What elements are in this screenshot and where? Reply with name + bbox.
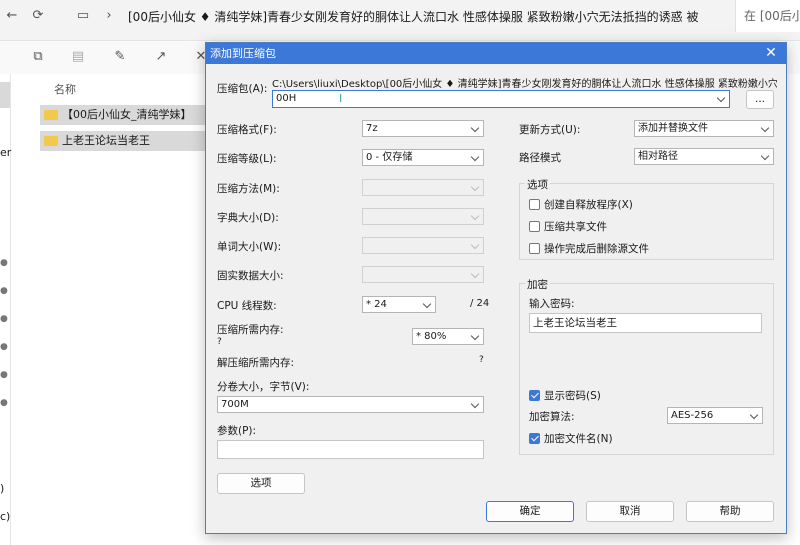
cpu-total: / 24 [470, 298, 490, 309]
encrypt-names-label[interactable]: 加密文件名(N) [544, 431, 613, 446]
shared-checkbox[interactable] [529, 221, 540, 232]
path-select[interactable]: 相对路径 [634, 148, 774, 165]
pin-icon: ● [0, 286, 8, 296]
volume-label: 分卷大小，字节(V): [217, 381, 310, 393]
refresh-icon[interactable]: ⟳ [30, 8, 46, 24]
chevron-down-icon[interactable] [716, 93, 726, 103]
mem-comp-q: ? [217, 337, 222, 347]
level-select[interactable]: 0 - 仅存储 [362, 149, 484, 166]
update-label: 更新方式(U): [519, 124, 581, 136]
chevron-down-icon [470, 399, 480, 409]
ok-button[interactable]: 确定 [486, 501, 574, 522]
copy-icon[interactable]: ⧉ [30, 49, 46, 65]
chevron-down-icon [749, 410, 759, 420]
browse-button[interactable]: ... [746, 90, 774, 109]
cpu-select[interactable]: * 24 [362, 296, 436, 313]
solid-label: 固实数据大小: [217, 270, 284, 282]
title-bar: ← ⟳ ▭ › [00后小仙女 ♦ 清纯学妹]青春少女刚发育好的胴体让人流口水 … [0, 0, 800, 32]
chevron-down-icon [470, 123, 480, 133]
share-icon[interactable]: ↗ [153, 49, 169, 65]
delete-source-label[interactable]: 操作完成后删除源文件 [544, 241, 649, 256]
pin-icon: ● [0, 342, 8, 352]
show-password-label[interactable]: 显示密码(S) [544, 388, 601, 403]
expand-icon[interactable]: › [101, 8, 117, 24]
back-icon[interactable]: ← [4, 8, 20, 24]
mem-comp-select[interactable]: * 80% [412, 328, 484, 345]
level-label: 压缩等级(L): [217, 153, 277, 165]
password-label: 输入密码: [529, 298, 575, 310]
help-button[interactable]: 帮助 [686, 501, 774, 522]
pin-icon: ● [0, 398, 8, 408]
chevron-down-icon [760, 123, 770, 133]
chevron-down-icon [470, 152, 480, 162]
options-group-title: 选项 [525, 177, 550, 192]
solid-select[interactable] [362, 266, 484, 283]
dict-select[interactable] [362, 208, 484, 225]
nav-item-label[interactable]: c) [0, 510, 10, 523]
column-header-name[interactable]: 名称 [54, 81, 76, 97]
word-select[interactable] [362, 237, 484, 254]
chevron-down-icon [470, 211, 480, 221]
chevron-down-icon [470, 182, 480, 192]
cpu-label: CPU 线程数: [217, 300, 277, 312]
nav-item-label[interactable]: er [0, 146, 11, 159]
rename-icon[interactable]: ✎ [112, 49, 128, 65]
pin-icon: ● [0, 370, 8, 380]
delete-source-checkbox[interactable] [529, 243, 540, 254]
nav-pane-selected [0, 82, 10, 108]
search-box[interactable]: 在 [00后小 [735, 0, 800, 32]
format-label: 压缩格式(F): [217, 124, 277, 136]
volume-select[interactable]: 700M [217, 396, 484, 413]
chevron-down-icon [470, 240, 480, 250]
pin-icon: ● [0, 314, 8, 324]
nav-item-label[interactable]: ) [0, 482, 4, 495]
chevron-down-icon [470, 269, 480, 279]
cancel-button[interactable]: 取消 [586, 501, 674, 522]
method-label: 压缩方法(M): [217, 183, 280, 195]
chevron-down-icon [422, 299, 432, 309]
folder-name: 上老王论坛当老王 [62, 134, 150, 147]
monitor-icon[interactable]: ▭ [75, 8, 91, 24]
chevron-down-icon [760, 151, 770, 161]
folder-icon [44, 110, 58, 120]
folder-item[interactable]: 【00后小仙女_清纯学妹】 [40, 105, 205, 125]
folder-icon [44, 136, 58, 146]
archive-name-input[interactable]: 00H I [272, 90, 730, 108]
encrypt-names-checkbox[interactable] [529, 433, 540, 444]
sfx-checkbox[interactable] [529, 199, 540, 210]
options-button[interactable]: 选项 [217, 473, 305, 494]
params-input[interactable] [217, 440, 484, 459]
update-select[interactable]: 添加并替换文件 [634, 120, 774, 137]
dialog-title: 添加到压缩包 [206, 43, 786, 64]
dict-label: 字典大小(D): [217, 212, 279, 224]
enc-method-select[interactable]: AES-256 [667, 407, 763, 424]
folder-name: 【00后小仙女_清纯学妹】 [62, 108, 192, 121]
method-select[interactable] [362, 179, 484, 196]
sfx-label[interactable]: 创建自释放程序(X) [544, 197, 633, 212]
mem-decomp-label: 解压缩所需内存: [217, 357, 295, 369]
password-input[interactable]: 上老王论坛当老王 [529, 313, 762, 333]
pin-icon: ● [0, 258, 8, 268]
paste-icon[interactable]: ▤ [70, 49, 86, 65]
show-password-checkbox[interactable] [529, 390, 540, 401]
folder-item[interactable]: 上老王论坛当老王 [40, 131, 205, 151]
text-cursor-icon: I [339, 92, 343, 105]
encryption-group-title: 加密 [525, 277, 550, 292]
mem-comp-label: 压缩所需内存: [217, 324, 284, 336]
archive-path: C:\Users\liuxi\Desktop\[00后小仙女 ♦ 清纯学妹]青春… [272, 79, 777, 90]
mem-decomp-q: ? [479, 355, 484, 365]
window-title: [00后小仙女 ♦ 清纯学妹]青春少女刚发育好的胴体让人流口水 性感体操服 紧致… [128, 10, 699, 24]
word-label: 单词大小(W): [217, 241, 282, 253]
enc-method-label: 加密算法: [529, 411, 575, 423]
format-select[interactable]: 7z [362, 120, 484, 137]
shared-label[interactable]: 压缩共享文件 [544, 219, 607, 234]
close-icon[interactable]: ✕ [764, 43, 778, 64]
chevron-down-icon [470, 331, 480, 341]
archive-label: 压缩包(A): [217, 83, 268, 95]
add-to-archive-dialog: 添加到压缩包 ✕ 压缩包(A): C:\Users\liuxi\Desktop\… [205, 42, 787, 534]
params-label: 参数(P): [217, 425, 257, 437]
path-label: 路径模式 [519, 152, 561, 164]
nav-pane-divider [10, 74, 11, 545]
